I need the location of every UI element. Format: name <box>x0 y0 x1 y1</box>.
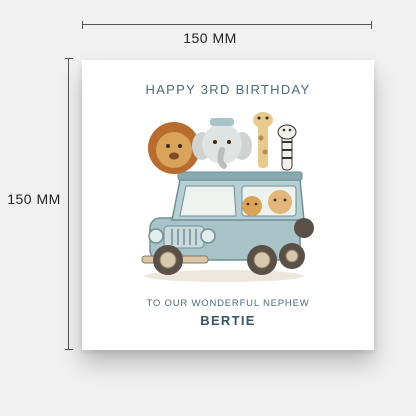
card-name: Bertie <box>200 313 256 328</box>
card-subtitle: To Our Wonderful Nephew <box>146 298 310 309</box>
window-lion-cub <box>242 196 262 216</box>
headlight-left <box>148 228 164 244</box>
greeting-card: Happy 3rd Birthday <box>82 60 374 350</box>
zebra <box>277 124 297 171</box>
height-dimension-label: 150 MM <box>7 191 61 207</box>
giraffe <box>253 112 273 168</box>
height-dimension-line <box>65 58 73 350</box>
width-dimension-line <box>82 21 372 29</box>
elephant <box>192 118 252 169</box>
width-dimension-label: 150 MM <box>183 30 237 46</box>
headlight-right <box>200 228 216 244</box>
safari-jeep-illustration <box>141 112 314 282</box>
card-title: Happy 3rd Birthday <box>145 82 311 97</box>
window-bear-cub <box>268 190 292 214</box>
